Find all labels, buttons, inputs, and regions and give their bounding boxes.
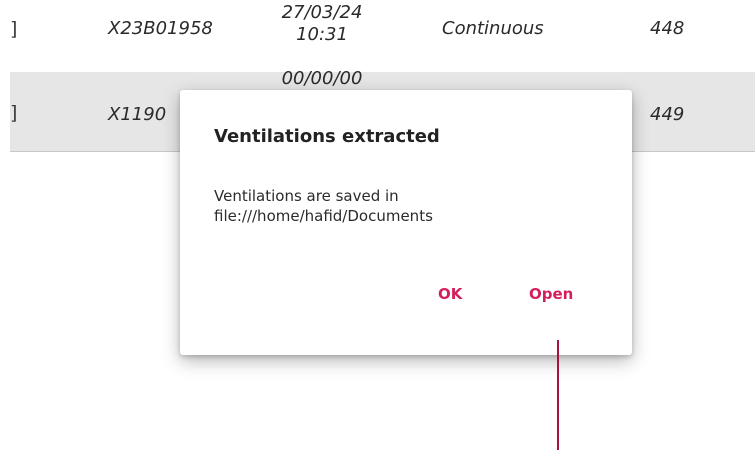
date-text: 27/03/24 [281,2,363,23]
app-screen: ] X23B01958 27/03/24 10:31 Continuous 44… [0,0,755,450]
table-row[interactable]: ] X23B01958 27/03/24 10:31 Continuous 44… [10,2,755,73]
number-cell: 448 [650,18,685,39]
serial-cell: X23B01958 [108,18,213,39]
time-text: 10:31 [296,24,348,45]
open-button[interactable]: Open [525,283,577,305]
ok-button[interactable]: OK [434,283,466,305]
dialog-message: Ventilations are saved in file:///home/h… [214,187,433,225]
dialog-actions: OK Open [180,283,632,313]
serial-cell: X1190 [108,104,167,125]
date-text: 00/00/00 [281,68,363,89]
number-cell: 449 [650,104,685,125]
datetime-cell: 27/03/24 10:31 [272,2,372,46]
mode-cell: Continuous [442,18,544,39]
row-checkbox[interactable]: ] [10,18,17,40]
datetime-cell: 00/00/00 [272,68,372,90]
ventilations-extracted-dialog: Ventilations extracted Ventilations are … [180,90,632,355]
pointer-line [557,340,559,450]
dialog-title: Ventilations extracted [214,126,440,147]
row-checkbox[interactable]: ] [10,102,17,124]
